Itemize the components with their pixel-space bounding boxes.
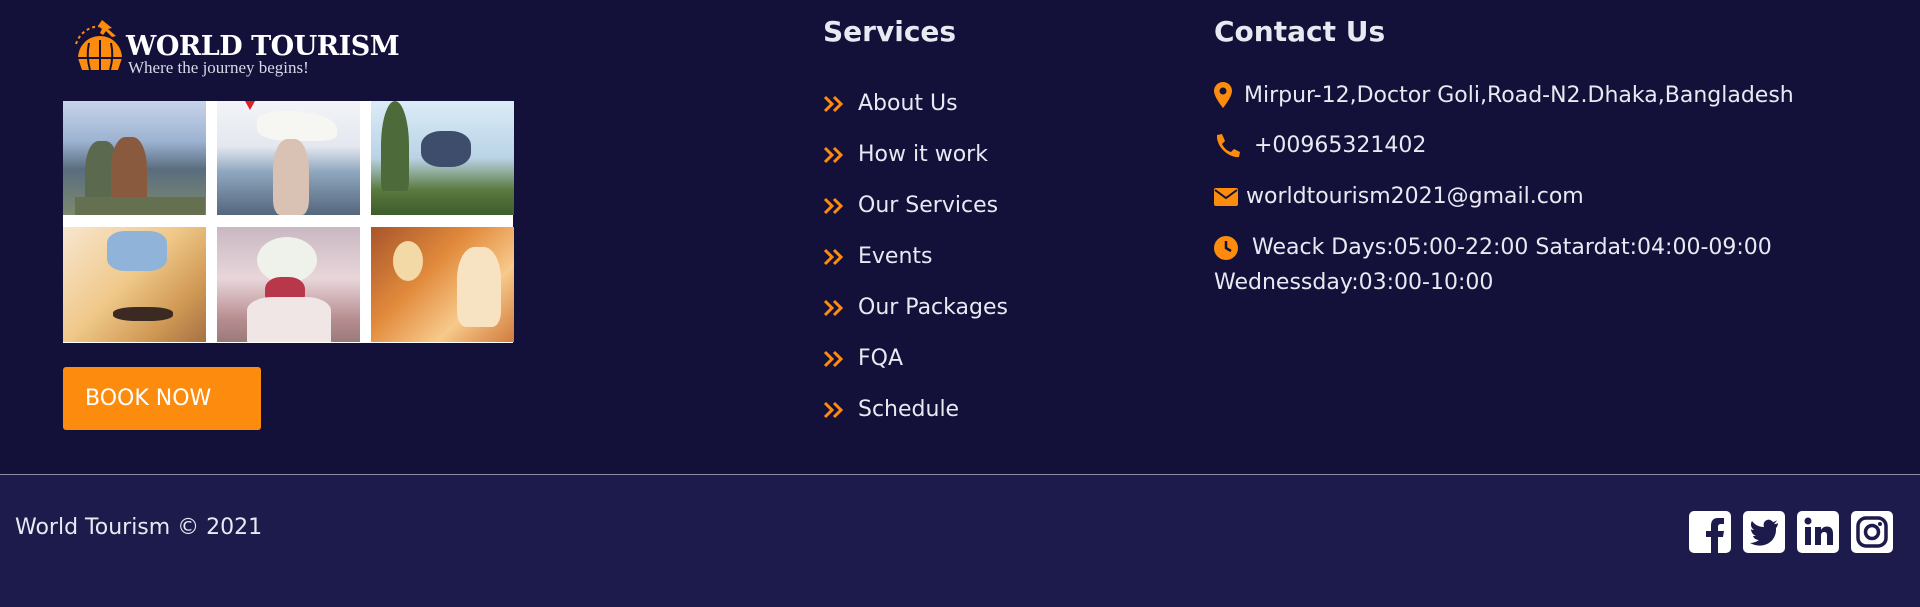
photo-gallery xyxy=(63,101,514,343)
contact-title: Contact Us xyxy=(1214,15,1386,48)
contact-hours: Weack Days:05:00-22:00 Satardat:04:00-09… xyxy=(1214,235,1772,260)
double-chevron-right-icon xyxy=(823,248,844,265)
services-list: About Us How it work Our Services Events… xyxy=(823,78,1008,435)
instagram-link[interactable] xyxy=(1851,511,1893,553)
services-link-our-packages[interactable]: Our Packages xyxy=(858,295,1008,320)
services-link-events[interactable]: Events xyxy=(858,244,933,269)
services-item-events[interactable]: Events xyxy=(823,231,1008,282)
footer-main: WORLD TOURISM Where the journey begins! xyxy=(0,0,1920,473)
travel-photo-jumping-man xyxy=(371,101,514,215)
services-title: Services xyxy=(823,15,957,48)
travel-photo-beach-woman xyxy=(217,101,360,215)
globe-plane-icon xyxy=(75,20,122,71)
contact-address: Mirpur-12,Doctor Goli,Road-N2.Dhaka,Bang… xyxy=(1214,82,1794,108)
services-item-how-it-work[interactable]: How it work xyxy=(823,129,1008,180)
contact-phone[interactable]: +00965321402 xyxy=(1214,133,1426,158)
site-logo[interactable]: WORLD TOURISM Where the journey begins! xyxy=(72,16,400,78)
double-chevron-right-icon xyxy=(823,146,844,163)
double-chevron-right-icon xyxy=(823,401,844,418)
footer-bottom-bar: World Tourism © 2021 xyxy=(0,474,1920,607)
linkedin-link[interactable] xyxy=(1797,511,1839,553)
facebook-icon xyxy=(1689,511,1731,553)
clock-icon xyxy=(1214,235,1238,260)
services-link-fqa[interactable]: FQA xyxy=(858,346,903,371)
twitter-icon xyxy=(1743,511,1785,553)
services-link-schedule[interactable]: Schedule xyxy=(858,397,959,422)
contact-email-text[interactable]: worldtourism2021@gmail.com xyxy=(1246,184,1584,209)
services-item-schedule[interactable]: Schedule xyxy=(823,384,1008,435)
twitter-link[interactable] xyxy=(1743,511,1785,553)
services-link-how-it-work[interactable]: How it work xyxy=(858,142,988,167)
facebook-link[interactable] xyxy=(1689,511,1731,553)
double-chevron-right-icon xyxy=(823,350,844,367)
services-item-our-packages[interactable]: Our Packages xyxy=(823,282,1008,333)
map-marker-icon xyxy=(1214,82,1232,108)
phone-icon xyxy=(1216,133,1240,157)
travel-photo-mirror xyxy=(371,227,514,342)
social-links xyxy=(1689,511,1893,553)
instagram-icon xyxy=(1851,511,1893,553)
book-now-button[interactable]: BOOK NOW xyxy=(63,367,261,430)
services-section: Services About Us How it work Our Servic… xyxy=(823,12,1008,422)
contact-hours-line1: Weack Days:05:00-22:00 Satardat:04:00-09… xyxy=(1252,235,1772,260)
envelope-icon xyxy=(1214,187,1238,206)
contact-section: Contact Us Mirpur-12,Doctor Goli,Road-N2… xyxy=(1214,12,1914,295)
services-item-about-us[interactable]: About Us xyxy=(823,78,1008,129)
travel-photo-bouquet xyxy=(217,227,360,342)
services-link-our-services[interactable]: Our Services xyxy=(858,193,998,218)
contact-hours-line2: Wednessday:03:00-10:00 xyxy=(1214,270,1494,295)
linkedin-icon xyxy=(1797,511,1839,553)
contact-address-text: Mirpur-12,Doctor Goli,Road-N2.Dhaka,Bang… xyxy=(1244,82,1794,108)
services-item-fqa[interactable]: FQA xyxy=(823,333,1008,384)
services-link-about-us[interactable]: About Us xyxy=(858,91,958,116)
travel-photo-hikers xyxy=(63,101,206,215)
double-chevron-right-icon xyxy=(823,95,844,112)
services-item-our-services[interactable]: Our Services xyxy=(823,180,1008,231)
double-chevron-right-icon xyxy=(823,299,844,316)
logo-tagline: Where the journey begins! xyxy=(128,58,309,77)
travel-photo-skateboard xyxy=(63,227,206,342)
contact-email[interactable]: worldtourism2021@gmail.com xyxy=(1214,184,1584,209)
copyright-text: World Tourism © 2021 xyxy=(15,515,263,540)
double-chevron-right-icon xyxy=(823,197,844,214)
contact-phone-text[interactable]: +00965321402 xyxy=(1254,133,1426,158)
